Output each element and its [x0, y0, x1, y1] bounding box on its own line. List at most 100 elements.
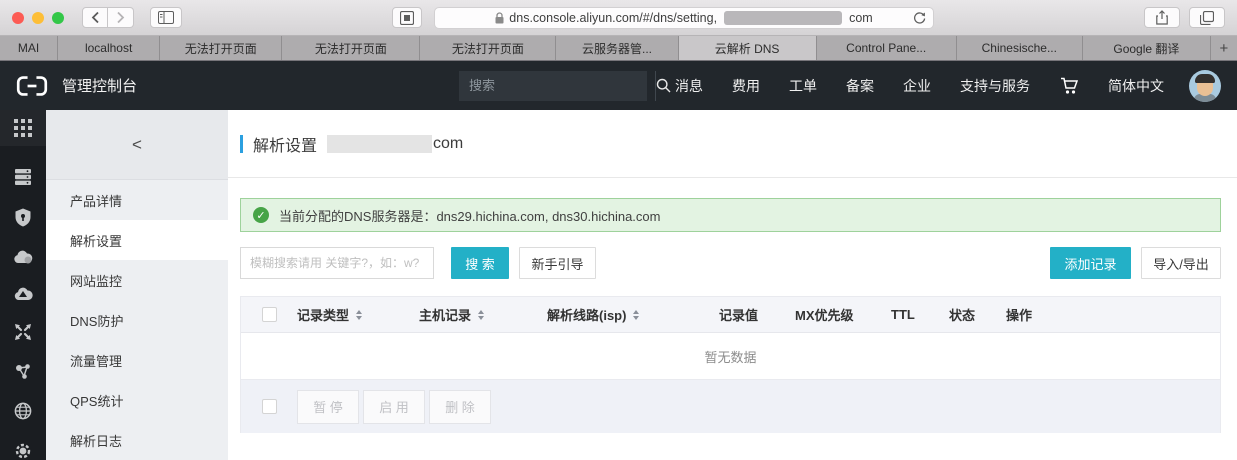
lock-icon	[495, 11, 504, 23]
product-icon-rail	[0, 110, 46, 460]
minimize-window-button[interactable]	[32, 11, 44, 24]
table-empty-state: 暂无数据	[241, 333, 1220, 380]
browser-tab[interactable]: Chinesische...	[956, 36, 1083, 60]
nav-item-tickets[interactable]: 工单	[789, 76, 817, 96]
server-icon[interactable]	[14, 168, 32, 186]
browser-tab-bar: MAI localhost 无法打开页面 无法打开页面 无法打开页面 云服务器管…	[0, 36, 1237, 61]
nav-item-enterprise[interactable]: 企业	[903, 76, 931, 96]
records-table: 记录类型 主机记录 解析线路(isp) 记录值 MX优先级 TTL 状态 操作 …	[240, 296, 1221, 433]
col-ttl: TTL	[891, 307, 915, 322]
col-actions: 操作	[1006, 308, 1033, 323]
table-footer-row: 暂 停 启 用 删 除	[241, 380, 1220, 433]
import-export-button[interactable]: 导入/导出	[1141, 247, 1221, 279]
url-suffix: com	[849, 10, 873, 25]
nav-item-support[interactable]: 支持与服务	[960, 76, 1030, 96]
cloud-icon[interactable]	[13, 249, 33, 264]
sidebar-item-dns-settings[interactable]: 解析设置	[46, 220, 228, 260]
url-text: dns.console.aliyun.com/#/dns/setting,	[509, 10, 718, 25]
cart-icon	[1061, 77, 1079, 94]
sidebar-item-traffic-management[interactable]: 流量管理	[46, 340, 228, 380]
sort-host-record[interactable]	[478, 309, 485, 320]
console-top-nav: 管理控制台 消息 费用 工单 备案 企业 支持与服务 简体中文	[0, 61, 1237, 110]
share-button[interactable]	[1144, 7, 1180, 28]
browser-tab[interactable]: MAI	[0, 36, 59, 60]
sidebar-item-qps-stats[interactable]: QPS统计	[46, 380, 228, 420]
close-window-button[interactable]	[12, 11, 24, 24]
dns-server-alert-text: 当前分配的DNS服务器是：dns29.hichina.com, dns30.hi…	[279, 208, 661, 224]
pause-button[interactable]: 暂 停	[297, 389, 359, 424]
sidebar-icon	[158, 11, 174, 24]
record-toolbar: 搜 索 新手引导 添加记录 导入/导出	[240, 247, 1221, 279]
col-isp-line: 解析线路(isp)	[547, 305, 719, 324]
forward-button[interactable]	[108, 7, 134, 28]
search-icon	[656, 78, 671, 93]
tab-overview-button[interactable]	[1189, 7, 1225, 28]
sidebar-toggle-button[interactable]	[150, 7, 182, 28]
zoom-window-button[interactable]	[52, 11, 64, 24]
browser-tab[interactable]: Google 翻译	[1082, 36, 1211, 60]
beginner-guide-button[interactable]: 新手引导	[519, 247, 596, 279]
chevron-left-icon	[91, 11, 99, 24]
sidebar-item-dns-protection[interactable]: DNS防护	[46, 300, 228, 340]
reload-icon	[914, 11, 926, 24]
sidebar-collapse-button[interactable]: <	[122, 135, 152, 155]
fuzzy-search-input[interactable]	[240, 247, 434, 279]
footer-select-checkbox[interactable]	[261, 399, 277, 414]
nav-item-messages[interactable]: 消息	[675, 76, 703, 96]
browser-tab[interactable]: 无法打开页面	[420, 36, 557, 60]
cloud-storage-icon[interactable]	[14, 286, 33, 301]
main-content: 解析设置 com ✓ 当前分配的DNS服务器是：dns29.hichina.co…	[228, 110, 1237, 460]
browser-tab[interactable]: Control Pane...	[816, 36, 957, 60]
enable-button[interactable]: 启 用	[363, 389, 425, 424]
browser-tab[interactable]: localhost	[58, 36, 161, 60]
address-bar[interactable]: dns.console.aliyun.com/#/dns/setting, com	[434, 6, 934, 29]
browser-tab-active[interactable]: 云解析 DNS	[678, 36, 817, 60]
browser-tab[interactable]: 云服务器管...	[556, 36, 679, 60]
sort-isp-line[interactable]	[633, 309, 640, 320]
sort-record-type[interactable]	[356, 309, 363, 320]
nav-item-billing[interactable]: 费用	[732, 76, 760, 96]
dns-sidebar: < 产品详情 解析设置 网站监控 DNS防护 流量管理 QPS统计 解析日志	[46, 110, 228, 460]
chevron-right-icon	[117, 11, 125, 24]
tabs-icon	[1200, 10, 1214, 25]
success-check-icon: ✓	[253, 207, 269, 223]
console-search-button[interactable]	[655, 70, 671, 101]
table-header-row: 记录类型 主机记录 解析线路(isp) 记录值 MX优先级 TTL 状态 操作	[241, 297, 1220, 333]
dns-server-alert: ✓ 当前分配的DNS服务器是：dns29.hichina.com, dns30.…	[240, 198, 1221, 232]
new-tab-button[interactable]: +	[1210, 36, 1237, 60]
apps-grid-icon[interactable]	[14, 119, 32, 137]
col-record-type: 记录类型	[297, 305, 419, 324]
select-all-checkbox[interactable]	[261, 307, 277, 322]
window-controls	[12, 11, 64, 24]
sidebar-item-dns-logs[interactable]: 解析日志	[46, 420, 228, 460]
share-icon	[1156, 10, 1168, 25]
browser-titlebar: dns.console.aliyun.com/#/dns/setting, com	[0, 0, 1237, 36]
network-nodes-icon[interactable]	[14, 363, 32, 380]
delete-button[interactable]: 删 除	[429, 389, 491, 424]
browser-tab[interactable]: 无法打开页面	[160, 36, 283, 60]
add-record-button[interactable]: 添加记录	[1050, 247, 1131, 279]
page-title-domain-suffix: com	[433, 134, 464, 152]
nav-item-icp[interactable]: 备案	[846, 76, 874, 96]
redacted-domain	[724, 10, 843, 25]
page-preview-button[interactable]	[392, 7, 422, 28]
sidebar-item-site-monitoring[interactable]: 网站监控	[46, 260, 228, 300]
reload-button[interactable]	[913, 11, 926, 25]
col-host-record: 主机记录	[419, 305, 547, 324]
console-search-input[interactable]	[459, 70, 655, 101]
redacted-domain-title	[327, 134, 433, 153]
language-switcher[interactable]: 简体中文	[1108, 76, 1164, 96]
aliyun-logo	[16, 75, 48, 96]
sidebar-item-product-details[interactable]: 产品详情	[46, 180, 228, 220]
gear-icon[interactable]	[14, 442, 32, 460]
back-button[interactable]	[82, 7, 108, 28]
console-search	[459, 70, 671, 101]
cart-button[interactable]	[1060, 77, 1079, 95]
avatar[interactable]	[1189, 69, 1221, 102]
search-button[interactable]: 搜 索	[451, 247, 509, 279]
globe-icon[interactable]	[14, 402, 32, 420]
scale-arrows-icon[interactable]	[14, 323, 32, 341]
security-shield-icon[interactable]	[14, 208, 32, 227]
browser-tab[interactable]: 无法打开页面	[282, 36, 421, 60]
col-record-value: 记录值	[719, 308, 759, 323]
